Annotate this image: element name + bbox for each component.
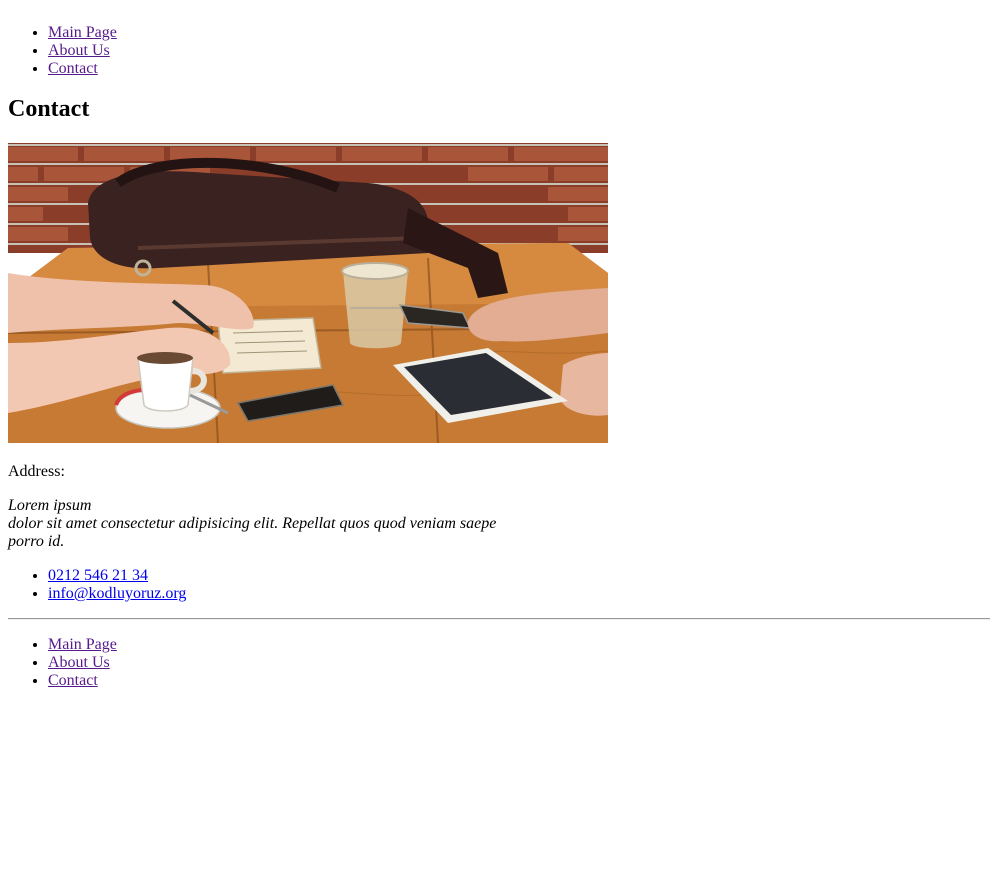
contact-item-phone: 0212 546 21 34 bbox=[48, 567, 990, 585]
header-nav-item-main-page: Main Page bbox=[48, 24, 990, 42]
address-line-2: dolor sit amet consectetur adipisicing e… bbox=[8, 515, 497, 550]
contact-list: 0212 546 21 34 info@kodluyoruz.org bbox=[8, 567, 990, 603]
page-title: Contact bbox=[8, 96, 90, 122]
header-nav-item-contact: Contact bbox=[48, 60, 990, 78]
header-nav-item-about-us: About Us bbox=[48, 42, 990, 60]
footer-about-us-link[interactable]: About Us bbox=[48, 654, 110, 671]
contact-item-email: info@kodluyoruz.org bbox=[48, 585, 990, 603]
main-page-link[interactable]: Main Page bbox=[48, 24, 117, 41]
address-block: Lorem ipsum dolor sit amet consectetur a… bbox=[8, 497, 508, 551]
email-link[interactable]: info@kodluyoruz.org bbox=[48, 585, 186, 602]
footer-main-page-link[interactable]: Main Page bbox=[48, 636, 117, 653]
footer-contact-link[interactable]: Contact bbox=[48, 672, 98, 689]
meeting-table-photo bbox=[8, 143, 608, 443]
footer-nav: Main Page About Us Contact bbox=[8, 636, 990, 690]
address-label: Address: bbox=[8, 463, 65, 480]
contact-link[interactable]: Contact bbox=[48, 60, 98, 77]
footer-nav-item-contact: Contact bbox=[48, 672, 990, 690]
phone-link[interactable]: 0212 546 21 34 bbox=[48, 567, 148, 584]
footer-nav-item-main-page: Main Page bbox=[48, 636, 990, 654]
address-line-1: Lorem ipsum bbox=[8, 497, 92, 514]
header-nav: Main Page About Us Contact bbox=[8, 0, 990, 78]
about-us-link[interactable]: About Us bbox=[48, 42, 110, 59]
page: Main Page About Us Contact Contact bbox=[0, 0, 998, 690]
footer-divider bbox=[8, 618, 990, 620]
footer-nav-item-about-us: About Us bbox=[48, 654, 990, 672]
